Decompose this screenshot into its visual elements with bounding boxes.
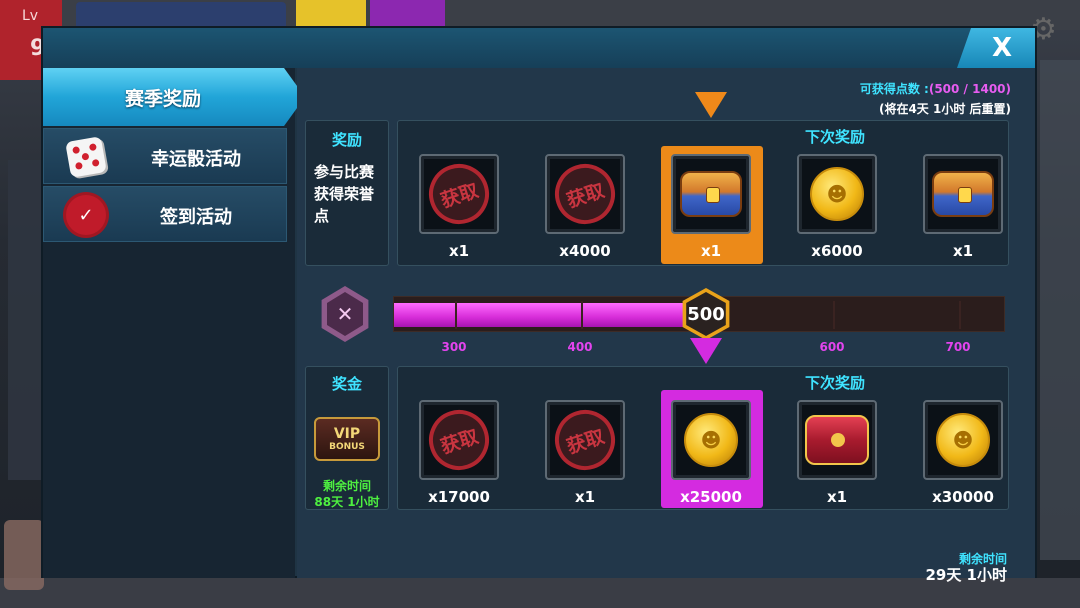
- progress-tick-label: 600: [819, 340, 845, 354]
- seal-icon: ✓: [66, 195, 106, 235]
- progress-tick-label: 700: [945, 340, 971, 354]
- reset-countdown: (将在4天 1小时 后重置): [878, 102, 1011, 116]
- claimed-stamp-icon: 获取: [547, 402, 623, 478]
- progress-fill: [394, 303, 707, 327]
- dialog-header: [43, 28, 1035, 68]
- progress-divider: [581, 301, 583, 329]
- reward-qty: x4000: [559, 242, 611, 260]
- coin-icon: ☻: [810, 167, 864, 221]
- vip-label: VIP: [333, 425, 361, 442]
- bonus-remain-value: 88天 1小时: [314, 495, 380, 509]
- reward-slot[interactable]: 获取 x1: [419, 154, 499, 260]
- background-right-panel: [1040, 60, 1080, 560]
- reward-slot[interactable]: x1: [923, 154, 1003, 260]
- reward-qty: x1: [700, 242, 722, 260]
- reward-title: 奖励: [331, 131, 362, 149]
- shop-basket-icon: [4, 520, 44, 590]
- points-line: 可获得点数 :(500 / 1400): [860, 80, 1011, 97]
- dice-icon: [65, 136, 107, 178]
- bonus-qty: x30000: [932, 488, 994, 506]
- bonus-title: 奖金: [331, 375, 362, 393]
- reward-slot-current[interactable]: x1: [671, 154, 751, 260]
- bonus-remain-label: 剩余时间: [322, 479, 371, 493]
- bonus-slot[interactable]: 获取 x1: [545, 400, 625, 506]
- bonus-slot[interactable]: x1: [797, 400, 877, 506]
- progress-tick-label: 300: [441, 340, 467, 354]
- reward-description: 参与比赛 获得荣誉 点: [314, 161, 374, 227]
- reward-desc-line: 点: [314, 207, 330, 225]
- bonus-slot[interactable]: ☻ x30000: [923, 400, 1003, 506]
- coin-icon: ☻: [684, 413, 738, 467]
- points-value: (500 / 1400): [928, 82, 1011, 96]
- chest-icon: [932, 171, 994, 217]
- bonus-category-box: 奖金 VIP BONUS 剩余时间 88天 1小时: [305, 366, 389, 510]
- vip-bonus-icon: VIP BONUS: [314, 417, 380, 461]
- reward-category-box: 奖励 参与比赛 获得荣誉 点: [305, 120, 389, 266]
- reward-qty: x1: [448, 242, 470, 260]
- background-side-menu: [8, 160, 42, 480]
- current-bonus-marker-icon: [690, 338, 722, 364]
- coin-icon: ☻: [936, 413, 990, 467]
- tab-check-in[interactable]: ✓ 签到活动: [43, 186, 287, 242]
- points-label: 可获得点数 :: [859, 82, 929, 96]
- bonus-qty: x1: [574, 488, 596, 506]
- bonus-qty: x1: [826, 488, 848, 506]
- reward-desc-line: 获得荣誉: [314, 185, 375, 203]
- progress-tick-label: 400: [567, 340, 593, 354]
- progress-divider: [959, 301, 961, 329]
- next-reward-label: 下次奖励: [805, 128, 866, 146]
- tab-label: 幸运骰活动: [151, 149, 241, 170]
- season-remain-value: 29天 1小时: [925, 566, 1007, 584]
- current-reward-marker-icon: [695, 92, 727, 118]
- tab-season-reward[interactable]: 赛季奖励: [43, 68, 305, 126]
- reward-desc-line: 参与比赛: [314, 163, 375, 181]
- reward-qty: x1: [952, 242, 974, 260]
- claimed-stamp-icon: 获取: [547, 156, 623, 232]
- red-chest-icon: [805, 415, 869, 465]
- season-reward-dialog: X 赛季奖励 幸运骰活动 ✓ 签到活动 可获得点数 :(500 / 1400) …: [41, 26, 1037, 584]
- bonus-slot-current[interactable]: ☻ x25000: [671, 400, 751, 506]
- claimed-stamp-icon: 获取: [421, 402, 497, 478]
- tab-lucky-dice[interactable]: 幸运骰活动: [43, 128, 287, 184]
- background-bottom-bar: [0, 578, 1080, 608]
- bonus-label: BONUS: [329, 441, 365, 452]
- reward-slot[interactable]: ☻ x6000: [797, 154, 877, 260]
- crossed-swords-emblem-icon: ✕: [321, 286, 369, 342]
- next-bonus-label: 下次奖励: [805, 374, 866, 392]
- current-points-value: 500: [686, 292, 726, 336]
- content-area: 可获得点数 :(500 / 1400) (将在4天 1小时 后重置) 奖励 参与…: [297, 68, 1035, 584]
- level-label: Lv: [22, 8, 39, 24]
- reward-slot[interactable]: 获取 x4000: [545, 154, 625, 260]
- reward-qty: x6000: [811, 242, 863, 260]
- progress-divider: [455, 301, 457, 329]
- tab-label: 赛季奖励: [124, 88, 201, 110]
- tab-label: 签到活动: [160, 207, 232, 228]
- chest-icon: [680, 171, 742, 217]
- bonus-slot[interactable]: 获取 x17000: [419, 400, 499, 506]
- claimed-stamp-icon: 获取: [421, 156, 497, 232]
- progress-divider: [833, 301, 835, 329]
- bonus-qty: x17000: [428, 488, 490, 506]
- bonus-qty: x25000: [680, 488, 742, 506]
